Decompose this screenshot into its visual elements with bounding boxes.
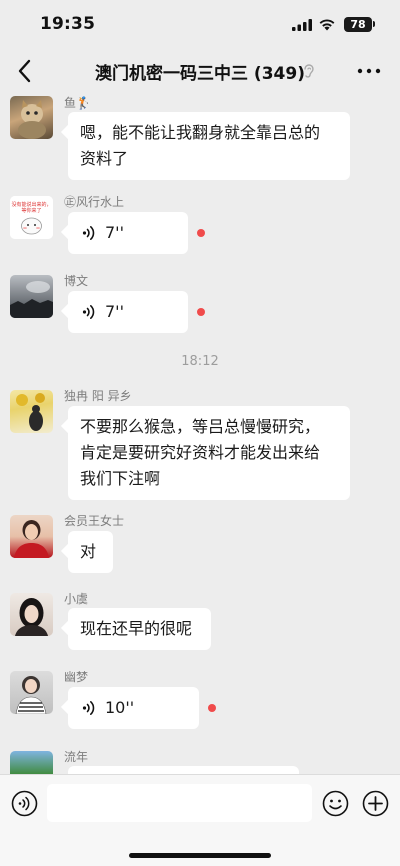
voice-message-bubble[interactable]: 7'' (68, 212, 188, 254)
back-chevron-icon[interactable] (14, 58, 36, 84)
cellular-signal-icon (292, 19, 312, 31)
avatar[interactable] (10, 275, 53, 318)
voice-message-bubble[interactable]: 10'' (68, 687, 199, 729)
message-text: 对 (80, 542, 97, 561)
sender-name: 博文 (64, 274, 89, 288)
message-text: 肯定是要研究好资料才能发出来给 (80, 443, 321, 462)
voice-message-bubble[interactable]: 7'' (68, 291, 188, 333)
voice-duration: 7'' (105, 223, 124, 242)
unread-dot (197, 308, 205, 316)
avatar[interactable] (10, 593, 53, 636)
avatar[interactable] (10, 751, 53, 774)
unread-dot (208, 704, 216, 712)
sender-name: 会员王女士 (64, 514, 125, 528)
sender-name: ㊣风行水上 (64, 195, 125, 209)
avatar[interactable] (10, 671, 53, 714)
emoji-icon[interactable] (322, 790, 349, 817)
voice-duration: 10'' (105, 698, 135, 717)
message-bubble[interactable]: 嗯，能不能让我翻身就全靠吕总的 资料了 (68, 112, 350, 180)
message-input[interactable] (47, 784, 312, 822)
message-text: 不要那么猴急，等吕总慢慢研究， (80, 417, 321, 436)
sender-name: 流年 (64, 750, 89, 764)
battery-indicator: 78 (344, 17, 372, 32)
unread-dot (197, 229, 205, 237)
status-bar: 19:35 78 (0, 0, 400, 46)
sender-name: 小虞 (64, 592, 89, 606)
more-options-icon[interactable] (356, 66, 382, 76)
message-bubble[interactable] (68, 766, 299, 774)
nav-bar: 澳门机密一码三中三 (349) (0, 46, 400, 96)
status-time: 19:35 (40, 14, 96, 34)
voice-input-toggle-icon[interactable] (11, 790, 38, 817)
more-actions-plus-icon[interactable] (362, 790, 389, 817)
message-text: 现在还早的很呢 (80, 619, 193, 638)
avatar[interactable]: 没有能说出来的， 等你来了 (10, 196, 53, 239)
svg-text:没有能说出来的，: 没有能说出来的， (11, 201, 51, 208)
sender-name: 幽梦 (64, 670, 89, 684)
message-text: 资料了 (80, 149, 129, 168)
sender-name: 独冉 阳 异乡 (64, 389, 132, 403)
voice-duration: 7'' (105, 302, 124, 321)
time-divider: 18:12 (181, 354, 219, 369)
message-list[interactable]: 鱼🏌 嗯，能不能让我翻身就全靠吕总的 资料了 没有能说出来的， 等你来了 ㊣风行… (0, 96, 400, 774)
message-text: 我们下注啊 (80, 469, 161, 488)
voice-wave-icon (82, 226, 95, 240)
input-bar (0, 774, 400, 866)
avatar[interactable] (10, 390, 53, 433)
voice-wave-icon (82, 701, 95, 715)
message-bubble[interactable]: 不要那么猴急，等吕总慢慢研究， 肯定是要研究好资料才能发出来给 我们下注啊 (68, 406, 350, 500)
avatar[interactable] (10, 96, 53, 139)
sender-name: 鱼🏌 (64, 96, 91, 110)
message-text: 嗯，能不能让我翻身就全靠吕总的 (80, 123, 321, 142)
message-bubble[interactable]: 对 (68, 531, 113, 573)
ear-mute-icon (304, 64, 314, 78)
svg-text:等你来了: 等你来了 (21, 207, 41, 214)
chat-title: 澳门机密一码三中三 (349) (95, 64, 305, 84)
avatar[interactable] (10, 515, 53, 558)
voice-wave-icon (82, 305, 95, 319)
battery-nub (373, 21, 375, 27)
home-indicator (129, 853, 271, 858)
message-bubble[interactable]: 现在还早的很呢 (68, 608, 211, 650)
wifi-icon (319, 19, 335, 31)
